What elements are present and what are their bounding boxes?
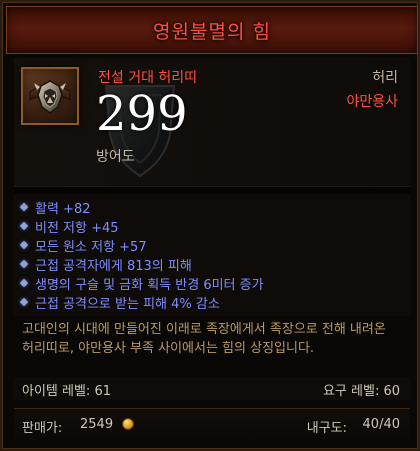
item-tooltip: 영원불멸의 힘 전설 거대 허리띠 허리 야만용사 299 방어도 활력 +82… [0,0,420,451]
diamond-bullet-icon [20,222,29,231]
affix-arcane-resist: 비전 저항 +45 [20,217,119,236]
item-name: 전설 거대 허리띠 [98,70,198,86]
price-value: 2549 [80,417,114,432]
affix-text: 활력 +82 [35,201,91,217]
affix-pickup-radius: 생명의 구슬 및 금화 획득 반경 6미터 증가 [20,274,264,293]
lore-text: 고대인의 시대에 만들어진 이래로 족장에게서 족장으로 전해 내려온 허리띠로… [22,322,386,356]
affix-all-resist: 모든 원소 저항 +57 [20,236,147,255]
gold-coin-icon [122,418,134,430]
tooltip-footer: 판매가: 2549 내구도: 40/40 [14,408,410,440]
item-header: 전설 거대 허리띠 허리 야만용사 299 방어도 [14,58,410,186]
price-label: 판매가: [22,421,63,436]
affix-text: 근접 공격자에게 813의 피해 [35,258,192,274]
affix-text: 모든 원소 저항 +57 [35,239,147,255]
affix-melee-damage-reduction: 근접 공격으로 받는 피해 4% 감소 [20,293,220,312]
affix-text: 생명의 구슬 및 금화 획득 반경 6미터 증가 [35,277,264,293]
diamond-bullet-icon [20,241,29,250]
slot-type: 허리 [372,70,398,86]
affix-text: 근접 공격으로 받는 피해 4% 감소 [35,296,220,312]
item-level: 아이템 레벨: 61 [22,384,111,399]
class-type: 야만용사 [346,94,398,110]
affix-text: 비전 저항 +45 [35,220,119,236]
diamond-bullet-icon [20,279,29,288]
level-row: 아이템 레벨: 61 요구 레벨: 60 [14,378,410,400]
required-level: 요구 레벨: 60 [322,384,400,399]
affix-vitality: 활력 +82 [20,198,91,217]
armor-label: 방어도 [96,149,135,165]
item-title: 영원불멸의 힘 [153,20,271,43]
section-divider [14,186,410,194]
affix-list: 활력 +82 비전 저항 +45 모든 원소 저항 +57 근접 공격자에게 8… [14,194,410,316]
durability-value: 40/40 [362,417,400,432]
diamond-bullet-icon [20,203,29,212]
title-bar: 영원불멸의 힘 [6,6,418,54]
diamond-bullet-icon [20,260,29,269]
armor-value: 299 [96,86,188,142]
diamond-bullet-icon [20,298,29,307]
belt-icon [21,67,79,125]
durability-label: 내구도: [306,421,347,436]
affix-thorns: 근접 공격자에게 813의 피해 [20,255,192,274]
